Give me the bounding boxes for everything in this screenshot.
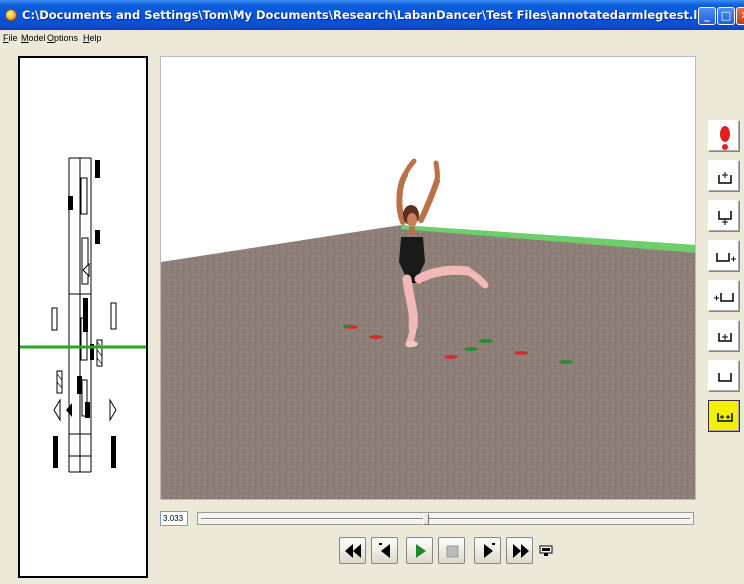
maximize-icon: □ xyxy=(720,9,732,22)
staff-left-tool-button[interactable] xyxy=(708,280,740,312)
menu-model[interactable]: Model xyxy=(21,33,46,43)
fast-forward-icon xyxy=(513,544,529,558)
floor xyxy=(161,225,695,499)
menu-file[interactable]: File xyxy=(3,33,18,43)
staff-center-tool-button[interactable] xyxy=(708,320,740,352)
step-back-button[interactable] xyxy=(371,537,398,564)
staff-right-icon xyxy=(716,253,736,262)
stop-button[interactable] xyxy=(438,537,465,564)
labanotation-score-panel[interactable] xyxy=(18,56,148,578)
staff-up-icon xyxy=(718,172,732,184)
app-icon[interactable] xyxy=(5,9,17,21)
minimize-button[interactable]: _ xyxy=(698,7,716,25)
fast-forward-button[interactable] xyxy=(506,537,533,564)
menu-help[interactable]: Help xyxy=(83,33,102,43)
staff-up-tool-button[interactable] xyxy=(708,160,740,192)
loop-icon xyxy=(539,545,553,556)
dance-scene xyxy=(161,57,695,499)
slider-thumb[interactable] xyxy=(423,513,429,525)
stop-icon xyxy=(446,545,459,558)
title-bar[interactable]: C:\Documents and Settings\Tom\My Documen… xyxy=(0,0,744,30)
app-window: C:\Documents and Settings\Tom\My Documen… xyxy=(0,0,744,584)
rewind-to-start-button[interactable] xyxy=(339,537,366,564)
play-button[interactable] xyxy=(406,537,433,564)
staff-center-icon xyxy=(718,333,732,342)
menu-bar: File Model Options Help xyxy=(0,30,744,47)
staff-right-tool-button[interactable] xyxy=(708,240,740,272)
footprint-icon xyxy=(720,126,730,150)
time-display[interactable]: 3.033 xyxy=(160,511,188,526)
slider-groove xyxy=(201,518,690,520)
loop-button[interactable] xyxy=(539,544,553,556)
3d-viewport[interactable] xyxy=(160,56,696,500)
staff-down-icon xyxy=(718,211,732,225)
step-forward-icon xyxy=(484,543,495,558)
footprint-tool-button[interactable] xyxy=(708,120,740,152)
staff-down-tool-button[interactable] xyxy=(708,200,740,232)
staff-left-icon xyxy=(714,293,734,302)
staff-full-icon xyxy=(717,413,733,422)
play-icon xyxy=(416,544,426,558)
labanotation-score xyxy=(20,157,146,473)
staff-plain-icon xyxy=(718,373,732,382)
maximize-button[interactable]: □ xyxy=(717,7,735,25)
staff-full-tool-button[interactable] xyxy=(708,400,740,432)
menu-options[interactable]: Options xyxy=(47,33,78,43)
window-title: C:\Documents and Settings\Tom\My Documen… xyxy=(22,8,716,22)
timeline-slider[interactable] xyxy=(197,512,694,525)
close-button[interactable]: ✕ xyxy=(736,7,744,25)
fast-backward-icon xyxy=(345,544,361,558)
staff-plain-tool-button[interactable] xyxy=(708,360,740,392)
close-icon: ✕ xyxy=(737,8,744,24)
step-backward-icon xyxy=(379,543,390,558)
minimize-icon: _ xyxy=(704,9,710,22)
step-forward-button[interactable] xyxy=(474,537,501,564)
